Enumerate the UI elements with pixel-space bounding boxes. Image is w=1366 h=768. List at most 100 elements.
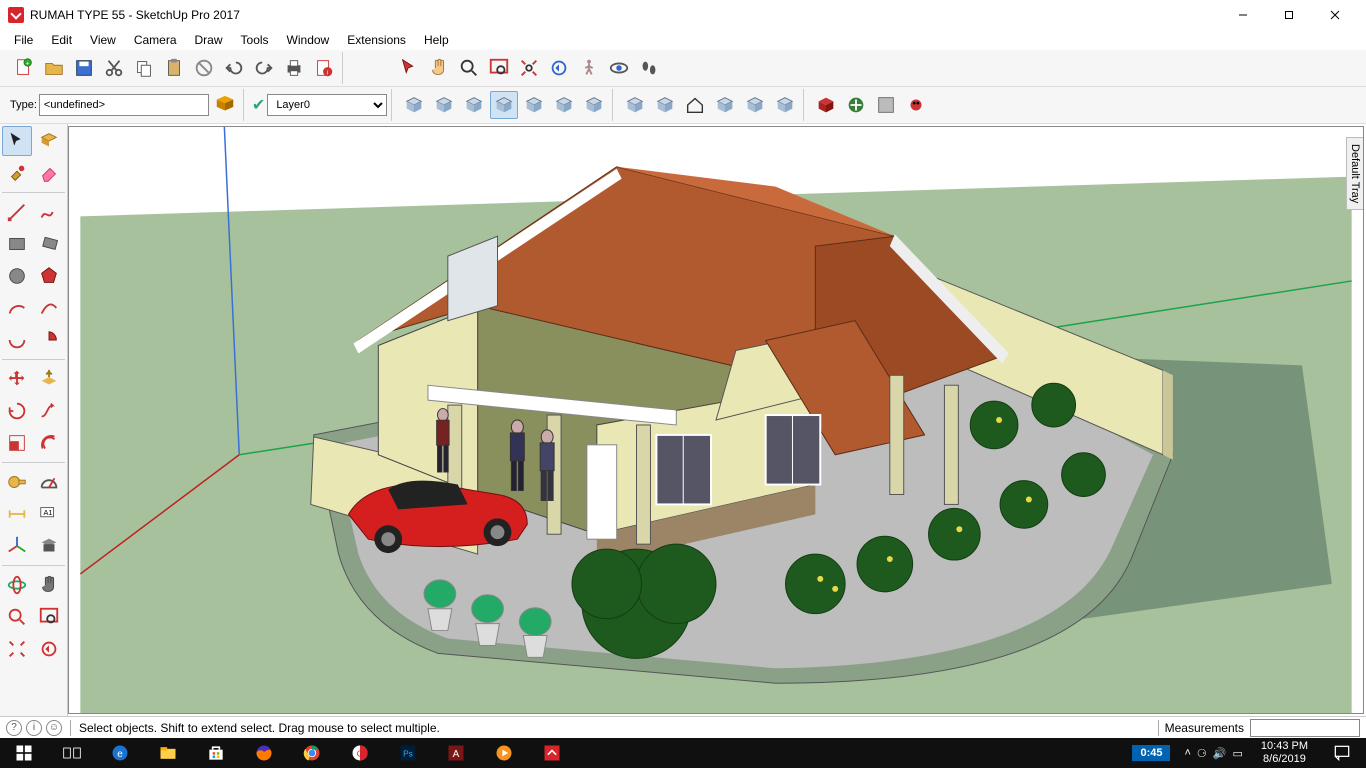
comp-house[interactable] bbox=[621, 91, 649, 119]
open-file[interactable] bbox=[40, 54, 68, 82]
eraser-tool[interactable] bbox=[34, 158, 64, 188]
clock[interactable]: 10:43 PM 8/6/2019 bbox=[1251, 740, 1318, 766]
scale-tool[interactable] bbox=[2, 428, 32, 458]
text-tool[interactable]: A1 bbox=[34, 499, 64, 529]
menu-camera[interactable]: Camera bbox=[126, 31, 185, 49]
system-tray[interactable]: ˄ ⚆ 🔊 ▭ bbox=[1176, 747, 1250, 760]
type-info-icon[interactable] bbox=[211, 91, 239, 119]
footprints[interactable] bbox=[635, 54, 663, 82]
taskbar-taskview[interactable] bbox=[48, 738, 96, 768]
layer-dropdown[interactable]: Layer0 bbox=[267, 94, 387, 116]
offset-tool[interactable] bbox=[34, 428, 64, 458]
lasso-tool[interactable] bbox=[34, 126, 64, 156]
circle-tool[interactable] bbox=[2, 261, 32, 291]
taskbar-chrome[interactable] bbox=[288, 738, 336, 768]
wh-share[interactable] bbox=[842, 91, 870, 119]
style-mono[interactable] bbox=[520, 91, 548, 119]
zoomext-tool[interactable] bbox=[2, 634, 32, 664]
taskbar-autocad[interactable]: A bbox=[432, 738, 480, 768]
zoom[interactable] bbox=[455, 54, 483, 82]
menu-file[interactable]: File bbox=[6, 31, 41, 49]
taskbar-edge[interactable]: e bbox=[96, 738, 144, 768]
pushpull-tool[interactable] bbox=[34, 364, 64, 394]
lang-icon[interactable]: ▭ bbox=[1233, 747, 1243, 760]
taskbar-sketchup[interactable] bbox=[528, 738, 576, 768]
freehand-tool[interactable] bbox=[34, 197, 64, 227]
wh-bug[interactable] bbox=[902, 91, 930, 119]
measurements-input[interactable] bbox=[1250, 719, 1360, 737]
menu-help[interactable]: Help bbox=[416, 31, 457, 49]
section-tool[interactable] bbox=[34, 531, 64, 561]
pie-tool[interactable] bbox=[34, 325, 64, 355]
select-arrow[interactable] bbox=[395, 54, 423, 82]
print[interactable] bbox=[280, 54, 308, 82]
style-hidden[interactable] bbox=[430, 91, 458, 119]
axes-tool[interactable] bbox=[2, 531, 32, 561]
pan-tool[interactable] bbox=[34, 570, 64, 600]
taskbar-store[interactable] bbox=[192, 738, 240, 768]
style-backedges[interactable] bbox=[580, 91, 608, 119]
menu-tools[interactable]: Tools bbox=[233, 31, 277, 49]
taskbar-start[interactable] bbox=[0, 738, 48, 768]
comp-box[interactable] bbox=[651, 91, 679, 119]
taskbar-photoshop[interactable]: Ps bbox=[384, 738, 432, 768]
model-info[interactable]: i bbox=[310, 54, 338, 82]
style-xray[interactable] bbox=[550, 91, 578, 119]
orbit-tool[interactable] bbox=[2, 570, 32, 600]
arc-tool[interactable] bbox=[2, 293, 32, 323]
rotate-tool[interactable] bbox=[2, 396, 32, 426]
recording-time[interactable]: 0:45 bbox=[1132, 745, 1170, 761]
style-shadedtex[interactable] bbox=[490, 91, 518, 119]
comp-group[interactable] bbox=[771, 91, 799, 119]
walk[interactable] bbox=[575, 54, 603, 82]
wifi-icon[interactable]: ⚆ bbox=[1197, 747, 1207, 760]
followme-tool[interactable] bbox=[34, 396, 64, 426]
style-shaded[interactable] bbox=[460, 91, 488, 119]
help-icon[interactable]: ? bbox=[6, 720, 22, 736]
tape-tool[interactable] bbox=[2, 467, 32, 497]
zoom-tool[interactable] bbox=[2, 602, 32, 632]
viewport[interactable]: Default Tray bbox=[68, 126, 1364, 714]
delete[interactable] bbox=[190, 54, 218, 82]
look-around[interactable] bbox=[605, 54, 633, 82]
wh-ext[interactable] bbox=[872, 91, 900, 119]
taskbar-wmp[interactable] bbox=[480, 738, 528, 768]
redo[interactable] bbox=[250, 54, 278, 82]
comp-building[interactable] bbox=[711, 91, 739, 119]
rotrect-tool[interactable] bbox=[34, 229, 64, 259]
menu-edit[interactable]: Edit bbox=[43, 31, 80, 49]
cut[interactable] bbox=[100, 54, 128, 82]
notifications-icon[interactable] bbox=[1318, 738, 1366, 768]
move-tool[interactable] bbox=[2, 364, 32, 394]
polygon-tool[interactable] bbox=[34, 261, 64, 291]
menu-draw[interactable]: Draw bbox=[187, 31, 231, 49]
hand[interactable] bbox=[425, 54, 453, 82]
zoom-extents[interactable] bbox=[515, 54, 543, 82]
dim-tool[interactable] bbox=[2, 499, 32, 529]
comp-home[interactable] bbox=[681, 91, 709, 119]
type-dropdown[interactable] bbox=[39, 94, 209, 116]
prev-view[interactable] bbox=[545, 54, 573, 82]
comp-shed[interactable] bbox=[741, 91, 769, 119]
info-icon[interactable]: i bbox=[26, 720, 42, 736]
menu-view[interactable]: View bbox=[82, 31, 124, 49]
close-button[interactable] bbox=[1312, 0, 1358, 30]
paint-tool[interactable] bbox=[2, 158, 32, 188]
line-tool[interactable] bbox=[2, 197, 32, 227]
menu-extensions[interactable]: Extensions bbox=[339, 31, 414, 49]
model-canvas[interactable] bbox=[69, 127, 1363, 713]
style-wire[interactable] bbox=[400, 91, 428, 119]
paste[interactable] bbox=[160, 54, 188, 82]
taskbar-explorer[interactable] bbox=[144, 738, 192, 768]
wh-get[interactable] bbox=[812, 91, 840, 119]
default-tray-tab[interactable]: Default Tray bbox=[1346, 137, 1363, 210]
user-icon[interactable]: ☺ bbox=[46, 720, 62, 736]
select-tool[interactable] bbox=[2, 126, 32, 156]
undo[interactable] bbox=[220, 54, 248, 82]
protractor-tool[interactable] bbox=[34, 467, 64, 497]
volume-icon[interactable]: 🔊 bbox=[1213, 747, 1227, 760]
arc3-tool[interactable] bbox=[2, 325, 32, 355]
copy[interactable] bbox=[130, 54, 158, 82]
save-file[interactable] bbox=[70, 54, 98, 82]
maximize-button[interactable] bbox=[1266, 0, 1312, 30]
